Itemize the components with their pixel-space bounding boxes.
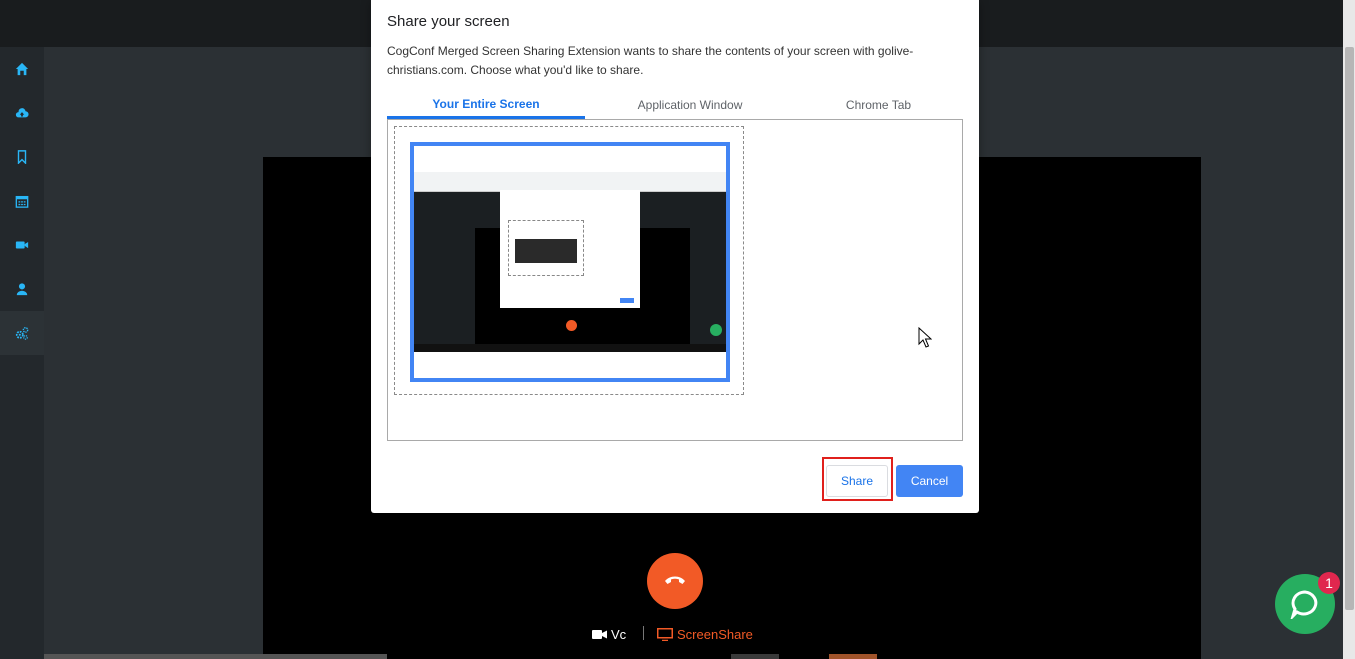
thumbnail-browser-bar bbox=[414, 172, 726, 192]
vc-label: Vc bbox=[611, 626, 627, 642]
home-icon bbox=[15, 62, 29, 76]
page-scrollbar-thumb[interactable] bbox=[1345, 47, 1354, 610]
monitor-icon bbox=[657, 627, 673, 641]
sidebar-item-home[interactable] bbox=[0, 47, 44, 91]
cloud-upload-icon bbox=[15, 108, 29, 118]
share-screen-dialog: Share your screen CogConf Merged Screen … bbox=[371, 0, 979, 513]
thumbnail-chat bbox=[710, 324, 722, 336]
user-icon bbox=[16, 283, 28, 296]
cancel-button[interactable]: Cancel bbox=[896, 465, 963, 497]
video-camera-icon bbox=[592, 629, 607, 639]
thumbnail-taskbar bbox=[414, 344, 726, 352]
screen-option-card[interactable] bbox=[394, 126, 744, 395]
calendar-icon bbox=[15, 195, 29, 208]
chat-unread-badge: 1 bbox=[1318, 572, 1340, 594]
screen-list-panel bbox=[387, 119, 963, 441]
bottom-strip-accent bbox=[829, 654, 877, 659]
thumbnail-dialog bbox=[500, 190, 640, 308]
video-icon bbox=[15, 241, 29, 249]
bookmark-icon bbox=[17, 150, 27, 164]
sidebar-item-video[interactable] bbox=[0, 223, 44, 267]
chat-bubble-icon bbox=[1290, 590, 1318, 619]
end-call-button[interactable] bbox=[647, 553, 703, 609]
cogs-icon bbox=[15, 327, 29, 340]
sidebar bbox=[0, 47, 44, 659]
screenshare-toggle[interactable]: ScreenShare bbox=[657, 624, 753, 644]
bottom-strip-mid bbox=[731, 654, 779, 659]
thumbnail-end-call bbox=[566, 320, 577, 331]
bottom-strip-left bbox=[44, 654, 387, 659]
sidebar-item-profile[interactable] bbox=[0, 267, 44, 311]
tab-application-window[interactable]: Application Window bbox=[594, 91, 786, 119]
control-divider bbox=[643, 626, 644, 640]
dialog-description: CogConf Merged Screen Sharing Extension … bbox=[387, 44, 914, 77]
dialog-title: Share your screen bbox=[387, 13, 510, 30]
share-button[interactable]: Share bbox=[826, 465, 888, 497]
tab-entire-screen[interactable]: Your Entire Screen bbox=[387, 91, 585, 119]
sidebar-item-upload[interactable] bbox=[0, 91, 44, 135]
sidebar-item-settings[interactable] bbox=[0, 311, 44, 355]
tab-chrome-tab[interactable]: Chrome Tab bbox=[786, 91, 971, 119]
mouse-pointer-icon bbox=[918, 327, 932, 348]
share-source-tabs: Your Entire Screen Application Window Ch… bbox=[387, 91, 963, 119]
sidebar-item-bookmarks[interactable] bbox=[0, 135, 44, 179]
screen-thumbnail[interactable] bbox=[410, 142, 730, 382]
screenshare-label: ScreenShare bbox=[677, 626, 753, 642]
hang-up-icon bbox=[665, 576, 685, 584]
sidebar-item-calendar[interactable] bbox=[0, 179, 44, 223]
vc-toggle[interactable]: Vc bbox=[592, 624, 626, 644]
